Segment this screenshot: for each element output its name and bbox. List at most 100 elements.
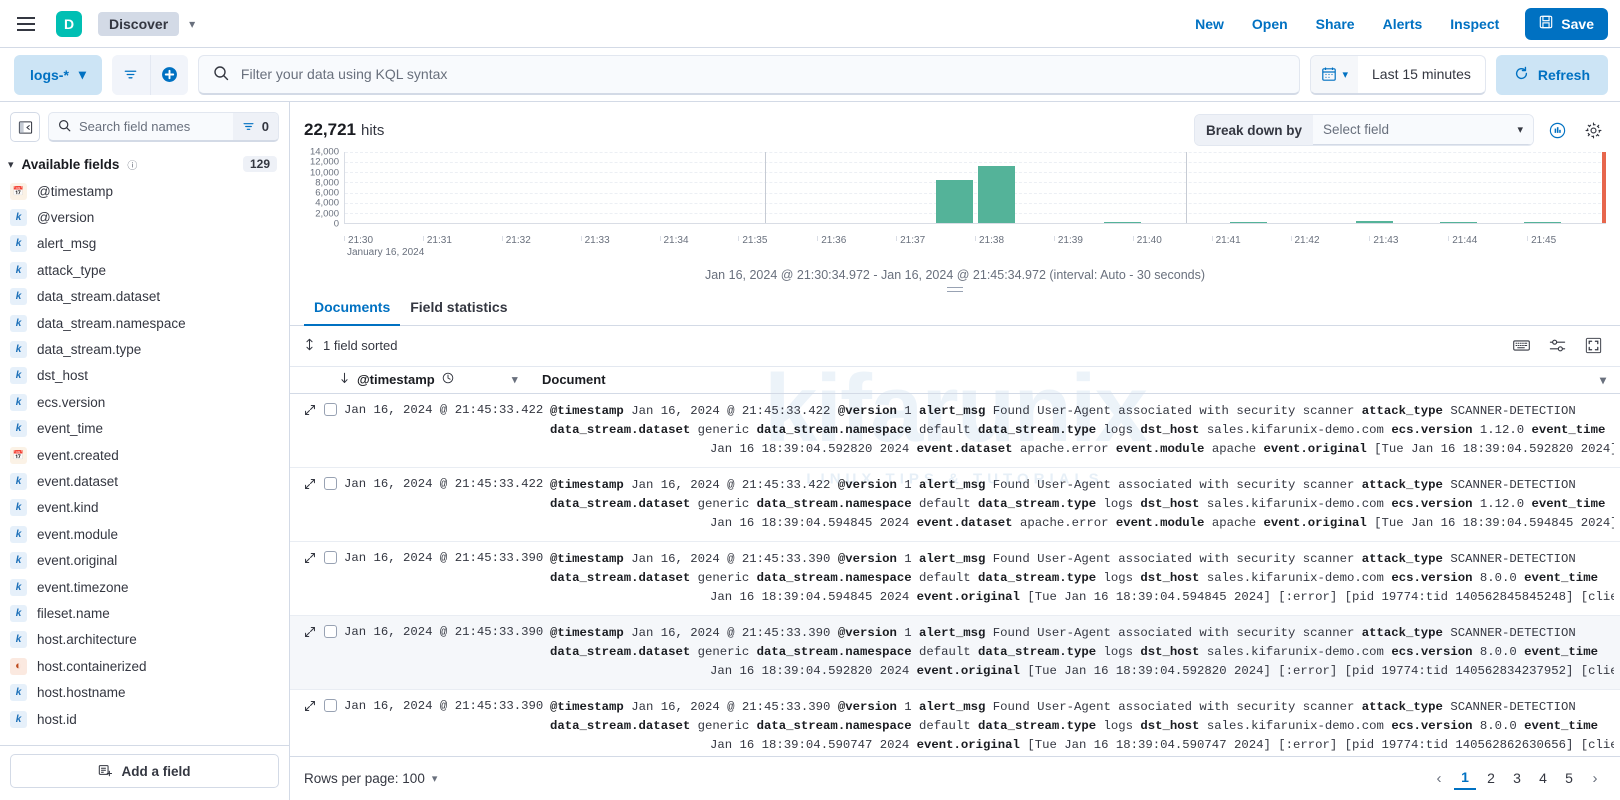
field-item[interactable]: kevent.kind: [0, 495, 289, 521]
display-options-icon[interactable]: [1544, 333, 1570, 359]
field-item[interactable]: khost.id: [0, 706, 289, 732]
tab-documents[interactable]: Documents: [304, 293, 400, 325]
table-row[interactable]: Jan 16, 2024 @ 21:45:33.390@timestamp Ja…: [290, 690, 1620, 756]
expand-document-icon[interactable]: [304, 551, 316, 567]
table-row[interactable]: Jan 16, 2024 @ 21:45:33.390@timestamp Ja…: [290, 616, 1620, 690]
gear-icon[interactable]: [1580, 117, 1606, 143]
page-button-3[interactable]: 3: [1506, 766, 1528, 790]
field-list[interactable]: 📅@timestampk@versionkalert_msgkattack_ty…: [0, 178, 289, 745]
field-item[interactable]: k@version: [0, 204, 289, 230]
row-select-checkbox[interactable]: [324, 699, 337, 712]
add-a-field-button[interactable]: Add a field: [10, 754, 279, 788]
tab-field-statistics[interactable]: Field statistics: [400, 293, 517, 325]
column-header-document[interactable]: Document: [508, 372, 606, 387]
time-range-label[interactable]: Last 15 minutes: [1358, 56, 1485, 93]
help-icon[interactable]: ⓘ: [127, 157, 137, 172]
histogram-chart[interactable]: 02,0004,0006,0008,00010,00012,00014,000 …: [290, 148, 1620, 256]
search-input[interactable]: [241, 66, 1286, 82]
save-disk-icon: [1539, 15, 1553, 32]
histogram-bar[interactable]: [978, 166, 1015, 223]
save-button[interactable]: Save: [1525, 8, 1608, 40]
data-view-selector[interactable]: logs-* ▾: [14, 55, 102, 95]
field-item[interactable]: kevent_time: [0, 416, 289, 442]
content-tabs: Documents Field statistics: [290, 289, 1620, 326]
nav-link-alerts[interactable]: Alerts: [1383, 16, 1423, 32]
collapse-sidebar-icon[interactable]: [10, 112, 40, 142]
field-item[interactable]: ◐host.containerized: [0, 653, 289, 679]
pagination[interactable]: ‹12345›: [1428, 766, 1606, 790]
breadcrumb-discover[interactable]: Discover: [98, 12, 179, 36]
field-search-box[interactable]: 0: [48, 112, 279, 142]
previous-page-button[interactable]: ‹: [1428, 766, 1450, 790]
field-item[interactable]: kevent.original: [0, 547, 289, 573]
keyboard-shortcuts-icon[interactable]: [1508, 333, 1534, 359]
grid-collapse-icon[interactable]: ▾: [1600, 373, 1606, 387]
page-button-1[interactable]: 1: [1454, 766, 1476, 790]
available-fields-header[interactable]: ▾ Available fields ⓘ 129: [0, 150, 289, 178]
table-row[interactable]: Jan 16, 2024 @ 21:45:33.390@timestamp Ja…: [290, 542, 1620, 616]
field-item[interactable]: kdata_stream.namespace: [0, 310, 289, 336]
table-row[interactable]: Jan 16, 2024 @ 21:45:33.422@timestamp Ja…: [290, 468, 1620, 542]
chart-type-icon[interactable]: [1544, 117, 1570, 143]
fullscreen-icon[interactable]: [1580, 333, 1606, 359]
nav-link-share[interactable]: Share: [1316, 16, 1355, 32]
field-item[interactable]: kevent.dataset: [0, 468, 289, 494]
nav-link-inspect[interactable]: Inspect: [1450, 16, 1499, 32]
field-item[interactable]: 📅event.created: [0, 442, 289, 468]
histogram-bar[interactable]: [1230, 222, 1267, 223]
page-button-2[interactable]: 2: [1480, 766, 1502, 790]
page-button-4[interactable]: 4: [1532, 766, 1554, 790]
column-header-timestamp[interactable]: @timestamp: [304, 372, 508, 387]
histogram-bar[interactable]: [936, 180, 973, 223]
field-item[interactable]: kevent.timezone: [0, 574, 289, 600]
histogram-bar[interactable]: [1104, 222, 1141, 223]
space-avatar[interactable]: D: [56, 11, 82, 37]
field-filter-button[interactable]: 0: [233, 113, 278, 141]
filter-list-icon[interactable]: [112, 55, 150, 95]
chevron-down-icon[interactable]: ▾: [189, 17, 195, 31]
nav-link-new[interactable]: New: [1195, 16, 1224, 32]
calendar-icon-button[interactable]: ▾: [1311, 56, 1358, 93]
expand-document-icon[interactable]: [304, 477, 316, 493]
field-item[interactable]: 📅@timestamp: [0, 178, 289, 204]
field-item[interactable]: kecs.version: [0, 389, 289, 415]
field-filter-count: 0: [262, 119, 269, 134]
add-filter-icon[interactable]: [150, 55, 188, 95]
field-search-input[interactable]: [79, 119, 225, 134]
column-menu-icon[interactable]: ▾: [512, 373, 518, 386]
row-select-checkbox[interactable]: [324, 625, 337, 638]
expand-document-icon[interactable]: [304, 625, 316, 641]
x-axis-tick: 21:39: [1054, 236, 1058, 241]
histogram-bar[interactable]: [1356, 221, 1393, 223]
field-value: default: [919, 497, 978, 511]
field-item[interactable]: kdata_stream.type: [0, 336, 289, 362]
histogram-bar[interactable]: [1440, 222, 1477, 223]
field-item[interactable]: kfileset.name: [0, 600, 289, 626]
row-select-checkbox[interactable]: [324, 403, 337, 416]
field-item[interactable]: kdst_host: [0, 363, 289, 389]
table-row[interactable]: Jan 16, 2024 @ 21:45:33.422@timestamp Ja…: [290, 394, 1620, 468]
field-item[interactable]: khost.hostname: [0, 679, 289, 705]
refresh-button[interactable]: Refresh: [1496, 55, 1608, 95]
field-item[interactable]: kdata_stream.dataset: [0, 284, 289, 310]
kql-search-box[interactable]: [198, 55, 1301, 95]
document-rows[interactable]: Jan 16, 2024 @ 21:45:33.422@timestamp Ja…: [290, 394, 1620, 756]
field-item[interactable]: kattack_type: [0, 257, 289, 283]
menu-icon[interactable]: [10, 8, 42, 40]
sort-button[interactable]: 1 field sorted: [304, 338, 397, 354]
page-button-5[interactable]: 5: [1558, 766, 1580, 790]
field-item[interactable]: khost.architecture: [0, 627, 289, 653]
row-select-checkbox[interactable]: [324, 551, 337, 564]
nav-link-open[interactable]: Open: [1252, 16, 1288, 32]
next-page-button[interactable]: ›: [1584, 766, 1606, 790]
breakdown-field-select[interactable]: Select field ▾: [1313, 114, 1533, 146]
histogram-bar[interactable]: [1524, 222, 1561, 223]
expand-document-icon[interactable]: [304, 403, 316, 419]
chart-bars[interactable]: [344, 152, 1606, 224]
field-item[interactable]: kevent.module: [0, 521, 289, 547]
field-name: host.id: [37, 712, 77, 727]
rows-per-page-button[interactable]: Rows per page: 100 ▾: [304, 771, 437, 786]
row-select-checkbox[interactable]: [324, 477, 337, 490]
field-item[interactable]: kalert_msg: [0, 231, 289, 257]
expand-document-icon[interactable]: [304, 699, 316, 715]
